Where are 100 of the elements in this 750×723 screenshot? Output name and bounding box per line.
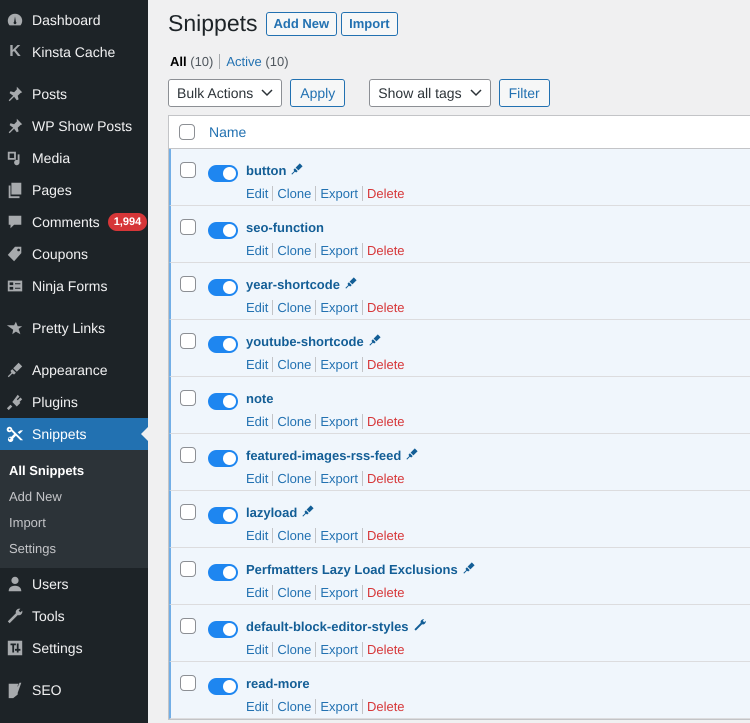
row-action-link[interactable]: Export [315, 356, 358, 372]
row-action-link[interactable]: Clone [272, 186, 312, 201]
header-button[interactable]: Add New [266, 12, 338, 36]
snippet-link[interactable]: read-more [246, 676, 310, 692]
sidebar-item[interactable]: SEO [0, 674, 148, 706]
apply-button[interactable]: Apply [290, 79, 346, 108]
snippet-link[interactable]: Perfmatters Lazy Load Exclusions [246, 562, 458, 578]
row-action-link[interactable]: Edit [246, 414, 268, 429]
row-checkbox[interactable] [180, 447, 196, 464]
view-filter-link[interactable]: Active [219, 54, 262, 69]
toggle-switch[interactable] [208, 279, 238, 296]
row-action-link[interactable]: Delete [362, 242, 405, 258]
row-action-link[interactable]: Clone [272, 356, 312, 372]
sidebar-item[interactable]: Appearance [0, 354, 148, 386]
row-action-link[interactable]: Edit [246, 300, 268, 315]
row-action-link[interactable]: Delete [362, 300, 405, 315]
row-action-link[interactable]: Edit [246, 528, 268, 543]
view-filter-link[interactable]: All [170, 54, 187, 69]
row-action-link[interactable]: Clone [272, 642, 312, 657]
row-checkbox[interactable] [180, 276, 196, 292]
row-action-link[interactable]: Clone [272, 470, 312, 486]
toggle-switch[interactable] [208, 222, 238, 240]
row-action-link[interactable]: Export [315, 186, 358, 201]
row-action-link[interactable]: Delete [362, 642, 405, 657]
toggle-switch[interactable] [208, 678, 238, 696]
row-action-link[interactable]: Edit [246, 186, 268, 201]
row-action-link[interactable]: Delete [362, 698, 405, 714]
row-checkbox[interactable] [180, 390, 196, 406]
snippet-link[interactable]: seo-function [246, 220, 324, 236]
row-action-link[interactable]: Edit [246, 356, 268, 372]
row-action-link[interactable]: Export [315, 642, 358, 657]
sidebar-item[interactable]: Users [0, 568, 148, 600]
row-action-link[interactable]: Edit [246, 584, 268, 600]
row-action-link[interactable]: Clone [272, 698, 312, 714]
row-action-link[interactable]: Export [315, 414, 358, 429]
sidebar-item[interactable]: Media [0, 142, 148, 174]
row-action-link[interactable]: Export [315, 584, 358, 600]
submenu-item[interactable]: Settings [0, 536, 148, 562]
snippet-link[interactable]: lazyload [246, 505, 298, 520]
row-action-link[interactable]: Clone [272, 414, 312, 429]
row-checkbox[interactable] [180, 219, 196, 236]
toggle-switch[interactable] [208, 564, 238, 582]
snippet-link[interactable]: note [246, 391, 274, 406]
row-action-link[interactable]: Delete [362, 186, 405, 201]
row-action-link[interactable]: Clone [272, 242, 312, 258]
toggle-switch[interactable] [208, 336, 238, 354]
sidebar-item[interactable]: K Kinsta Cache [0, 36, 148, 68]
toggle-switch[interactable] [208, 621, 238, 638]
row-action-link[interactable]: Export [315, 698, 358, 714]
row-checkbox[interactable] [180, 618, 196, 634]
row-action-link[interactable]: Edit [246, 642, 268, 657]
row-action-link[interactable]: Clone [272, 528, 312, 543]
sidebar-item[interactable]: Pretty Links [0, 312, 148, 344]
row-action-link[interactable]: Export [315, 242, 358, 258]
toggle-switch[interactable] [208, 393, 238, 410]
row-action-link[interactable]: Export [315, 528, 358, 543]
filter-button[interactable]: Filter [498, 79, 550, 108]
bulk-actions-select[interactable]: Bulk Actions [168, 79, 282, 108]
snippet-link[interactable]: year-shortcode [246, 277, 340, 292]
sidebar-item[interactable]: Posts [0, 78, 148, 110]
column-header[interactable]: Name [209, 122, 246, 143]
tags-select[interactable]: Show all tags [369, 79, 491, 108]
row-action-link[interactable]: Delete [362, 528, 405, 543]
row-action-link[interactable]: Clone [272, 300, 312, 315]
row-checkbox[interactable] [180, 333, 196, 350]
row-action-link[interactable]: Export [315, 300, 358, 315]
sidebar-item[interactable]: Comments 1,994 [0, 206, 148, 238]
snippet-link[interactable]: featured-images-rss-feed [246, 448, 402, 464]
snippet-link[interactable]: youtube-shortcode [246, 334, 364, 350]
sidebar-item[interactable]: WP Show Posts [0, 110, 148, 142]
snippet-link[interactable]: button [246, 163, 286, 178]
row-action-link[interactable]: Edit [246, 470, 268, 486]
sidebar-item[interactable]: Plugins [0, 386, 148, 418]
toggle-switch[interactable] [208, 450, 238, 468]
row-checkbox[interactable] [180, 561, 196, 578]
snippet-link[interactable]: default-block-editor-styles [246, 619, 409, 634]
row-action-link[interactable]: Delete [362, 584, 405, 600]
submenu-item[interactable]: Add New [0, 484, 148, 510]
toggle-switch[interactable] [208, 507, 238, 524]
row-action-link[interactable]: Export [315, 470, 358, 486]
sidebar-item[interactable]: Settings [0, 632, 148, 664]
row-action-link[interactable]: Edit [246, 698, 268, 714]
row-checkbox[interactable] [180, 504, 196, 520]
sidebar-item[interactable]: Coupons [0, 238, 148, 270]
submenu-item[interactable]: All Snippets [0, 458, 148, 484]
sidebar-item[interactable]: Pages [0, 174, 148, 206]
row-action-link[interactable]: Clone [272, 584, 312, 600]
row-action-link[interactable]: Edit [246, 242, 268, 258]
row-action-link[interactable]: Delete [362, 414, 405, 429]
sidebar-item[interactable]: Ninja Forms [0, 270, 148, 302]
submenu-item[interactable]: Import [0, 510, 148, 536]
sidebar-item[interactable]: Snippets [0, 418, 148, 450]
select-all-checkbox[interactable] [179, 124, 195, 140]
row-checkbox[interactable] [180, 162, 196, 178]
row-action-link[interactable]: Delete [362, 470, 405, 486]
sidebar-item[interactable]: Tools [0, 600, 148, 632]
row-checkbox[interactable] [180, 675, 196, 692]
toggle-switch[interactable] [208, 165, 238, 182]
sidebar-item[interactable]: Dashboard [0, 4, 148, 36]
header-button[interactable]: Import [341, 12, 398, 36]
